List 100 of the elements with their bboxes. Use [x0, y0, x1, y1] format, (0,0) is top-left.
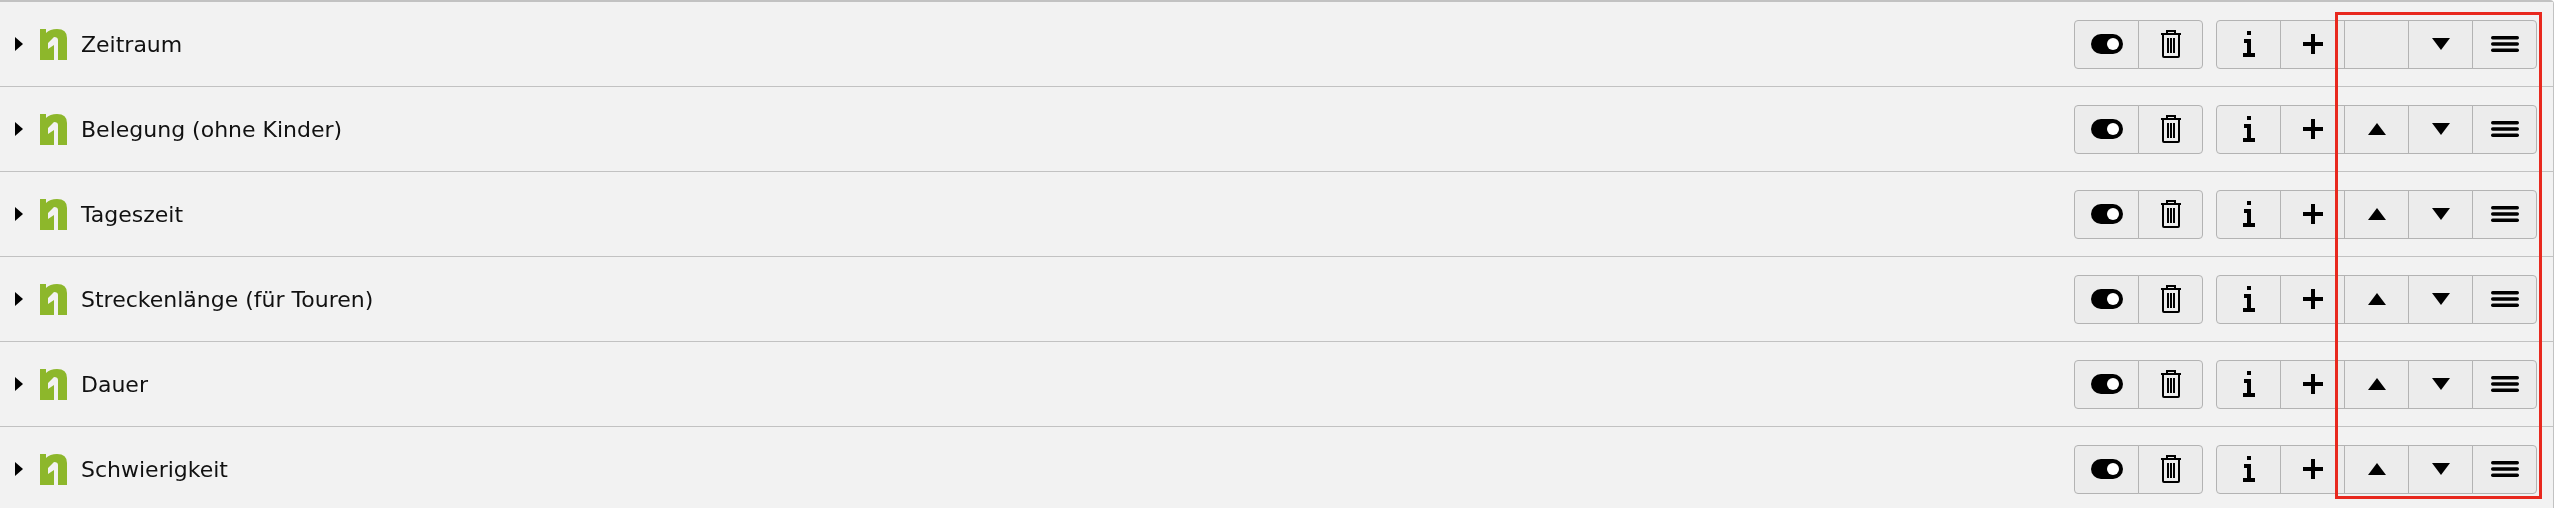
trash-icon [2159, 285, 2182, 313]
add-button[interactable] [2280, 189, 2345, 239]
move-up-button[interactable] [2344, 274, 2409, 324]
move-up-button[interactable] [2344, 104, 2409, 154]
trash-icon [2159, 30, 2182, 58]
triangle-up-icon [2367, 208, 2386, 220]
drag-handle-button[interactable] [2472, 189, 2537, 239]
move-up-button[interactable] [2344, 444, 2409, 494]
add-button[interactable] [2280, 104, 2345, 154]
delete-button[interactable] [2138, 274, 2203, 324]
move-down-button[interactable] [2408, 19, 2473, 69]
info-icon [2241, 371, 2256, 397]
triangle-down-icon [2431, 463, 2450, 475]
row-title: Dauer [81, 370, 148, 399]
logo-icon [40, 368, 67, 400]
add-button[interactable] [2280, 444, 2345, 494]
info-button[interactable] [2216, 19, 2281, 69]
triangle-down-icon [2431, 293, 2450, 305]
move-down-button[interactable] [2408, 189, 2473, 239]
triangle-up-icon [2367, 293, 2386, 305]
drag-handle-button[interactable] [2472, 19, 2537, 69]
move-down-button[interactable] [2408, 359, 2473, 409]
trash-icon [2159, 455, 2182, 483]
triangle-down-icon [2431, 378, 2450, 390]
info-icon [2241, 286, 2256, 312]
toggle-button[interactable] [2074, 189, 2139, 239]
expand-caret-icon[interactable] [15, 207, 23, 221]
triangle-up-icon [2367, 463, 2386, 475]
menu-icon [2490, 206, 2519, 222]
move-down-button[interactable] [2408, 444, 2473, 494]
delete-button[interactable] [2138, 104, 2203, 154]
trash-icon [2159, 200, 2182, 228]
expand-caret-icon[interactable] [15, 122, 23, 136]
toggle-button[interactable] [2074, 444, 2139, 494]
plus-icon [2302, 374, 2323, 394]
move-down-button[interactable] [2408, 104, 2473, 154]
info-button[interactable] [2216, 104, 2281, 154]
plus-icon [2302, 119, 2323, 139]
row-title: Tageszeit [81, 200, 184, 229]
logo-icon [40, 198, 67, 230]
expand-caret-icon[interactable] [15, 292, 23, 306]
triangle-down-icon [2431, 123, 2450, 135]
drag-handle-button[interactable] [2472, 104, 2537, 154]
plus-icon [2302, 289, 2323, 309]
toggle-icon [2090, 459, 2123, 479]
expand-caret-icon[interactable] [15, 37, 23, 51]
add-button[interactable] [2280, 274, 2345, 324]
delete-button[interactable] [2138, 19, 2203, 69]
row-title: Zeitraum [81, 30, 183, 59]
move-down-button[interactable] [2408, 274, 2473, 324]
toggle-button[interactable] [2074, 359, 2139, 409]
toggle-button[interactable] [2074, 19, 2139, 69]
row-title: Schwierigkeit [81, 455, 228, 484]
menu-icon [2490, 376, 2519, 392]
triangle-down-icon [2431, 38, 2450, 50]
toggle-button[interactable] [2074, 104, 2139, 154]
info-icon [2241, 116, 2256, 142]
expand-caret-icon[interactable] [15, 462, 23, 476]
logo-icon [40, 28, 67, 60]
add-button[interactable] [2280, 359, 2345, 409]
trash-icon [2159, 370, 2182, 398]
delete-button[interactable] [2138, 359, 2203, 409]
plus-icon [2302, 459, 2323, 479]
menu-icon [2490, 461, 2519, 477]
logo-icon [40, 113, 67, 145]
menu-icon [2490, 121, 2519, 137]
add-button[interactable] [2280, 19, 2345, 69]
triangle-down-icon [2431, 208, 2450, 220]
info-icon [2241, 31, 2256, 57]
expand-caret-icon[interactable] [15, 377, 23, 391]
menu-icon [2490, 36, 2519, 52]
menu-icon [2490, 291, 2519, 307]
info-button[interactable] [2216, 444, 2281, 494]
logo-icon [40, 453, 67, 485]
plus-icon [2302, 204, 2323, 224]
toggle-button[interactable] [2074, 274, 2139, 324]
toggle-icon [2090, 374, 2123, 394]
row-title: Belegung (ohne Kinder) [81, 115, 343, 144]
move-up-button[interactable] [2344, 189, 2409, 239]
triangle-up-icon [2367, 378, 2386, 390]
info-icon [2241, 456, 2256, 482]
drag-handle-button[interactable] [2472, 274, 2537, 324]
plus-icon [2302, 34, 2323, 54]
logo-icon [40, 283, 67, 315]
toggle-icon [2090, 204, 2123, 224]
info-button[interactable] [2216, 274, 2281, 324]
move-up-button[interactable] [2344, 359, 2409, 409]
trash-icon [2159, 115, 2182, 143]
info-button[interactable] [2216, 359, 2281, 409]
delete-button[interactable] [2138, 444, 2203, 494]
drag-handle-button[interactable] [2472, 359, 2537, 409]
toggle-icon [2090, 119, 2123, 139]
row-title: Streckenlänge (für Touren) [81, 285, 374, 314]
toggle-icon [2090, 289, 2123, 309]
toggle-icon [2090, 34, 2123, 54]
info-icon [2241, 201, 2256, 227]
info-button[interactable] [2216, 189, 2281, 239]
triangle-up-icon [2367, 123, 2386, 135]
delete-button[interactable] [2138, 189, 2203, 239]
drag-handle-button[interactable] [2472, 444, 2537, 494]
